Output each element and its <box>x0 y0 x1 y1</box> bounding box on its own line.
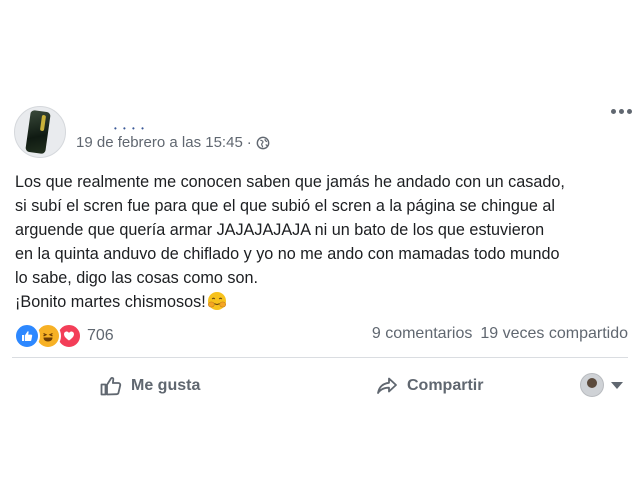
share-arrow-icon <box>377 377 397 394</box>
author-avatar[interactable] <box>14 106 66 158</box>
like-button-label: Me gusta <box>131 377 201 394</box>
post-text: Los que realmente me conocen saben que j… <box>15 170 630 314</box>
post-stats: 9 comentarios 19 veces compartido <box>372 325 628 343</box>
avatar-photo <box>25 109 51 155</box>
like-button[interactable]: Me gusta <box>99 368 200 404</box>
post-text-line: lo sabe, digo las cosas como son. <box>15 269 258 287</box>
post-timestamp[interactable]: 19 de febrero a las 15:45 <box>76 134 243 151</box>
like-reaction-icon <box>14 323 40 349</box>
post-text-line: arguende que quería armar JAJAJAJAJA ni … <box>15 221 545 239</box>
share-button-label: Compartir <box>407 377 484 394</box>
post-meta: 19 de febrero a las 15:45 · <box>76 134 270 151</box>
shares-count-link[interactable]: 19 veces compartido <box>480 325 628 343</box>
globe-icon[interactable] <box>256 136 270 150</box>
chevron-down-icon <box>611 381 623 389</box>
reaction-count: 706 <box>87 327 114 344</box>
post-text-line: si subí el scren fue para que el que sub… <box>15 197 555 215</box>
viewer-avatar <box>580 373 604 397</box>
facebook-post: • • • • 19 de febrero a las 15:45 · Los … <box>0 0 640 500</box>
divider <box>12 357 628 358</box>
post-text-line: Los que realmente me conocen saben que j… <box>15 173 565 191</box>
post-as-selector[interactable] <box>580 373 623 397</box>
reactions-summary[interactable]: 706 <box>14 323 114 349</box>
post-text-line-last: ¡Bonito martes chismosos! <box>15 290 630 314</box>
more-options-icon[interactable] <box>611 109 632 114</box>
comments-count-link[interactable]: 9 comentarios <box>372 325 473 343</box>
thumbs-up-icon <box>100 377 122 396</box>
post-text-line: en la quinta anduvo de chiflado y yo no … <box>15 245 560 263</box>
post-actions-bar: Me gusta Compartir <box>0 368 640 404</box>
meta-separator: · <box>246 134 252 151</box>
share-button[interactable]: Compartir <box>375 368 483 404</box>
closing-text: ¡Bonito martes chismosos! <box>15 293 206 311</box>
author-name[interactable]: • • • • <box>114 124 146 133</box>
smiling-face-emoji-icon <box>207 292 226 310</box>
